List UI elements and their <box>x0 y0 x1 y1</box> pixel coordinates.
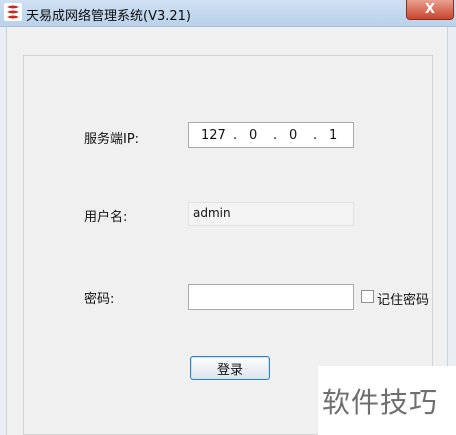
ip-octet-1[interactable]: 127 <box>201 128 226 143</box>
close-icon: X <box>424 2 436 17</box>
login-button[interactable]: 登录 <box>190 356 270 380</box>
ip-dot-2: . <box>273 128 278 143</box>
ip-dot-1: . <box>233 128 238 143</box>
login-button-label: 登录 <box>216 362 243 378</box>
close-button[interactable]: X <box>406 0 454 20</box>
window-title: 天易成网络管理系统(V3.21) <box>26 9 191 24</box>
remember-password-checkbox[interactable] <box>361 290 374 303</box>
server-ip-field[interactable]: 127 . 0 . 0 . 1 <box>188 122 354 148</box>
password-label: 密码: <box>84 292 115 307</box>
ip-octet-2[interactable]: 0 <box>249 128 257 143</box>
username-field[interactable]: admin <box>188 202 354 226</box>
title-bar: 天易成网络管理系统(V3.21) X <box>0 0 456 27</box>
ip-dot-3: . <box>313 128 318 143</box>
password-field[interactable] <box>188 284 354 310</box>
watermark-text: 软件技巧 <box>322 386 439 419</box>
ip-octet-4[interactable]: 1 <box>329 128 337 143</box>
ip-octet-3[interactable]: 0 <box>289 128 297 143</box>
username-label: 用户名: <box>84 210 128 225</box>
app-logo-icon <box>4 3 22 21</box>
server-ip-label: 服务端IP: <box>84 132 140 147</box>
remember-password-label[interactable]: 记住密码 <box>377 289 429 308</box>
